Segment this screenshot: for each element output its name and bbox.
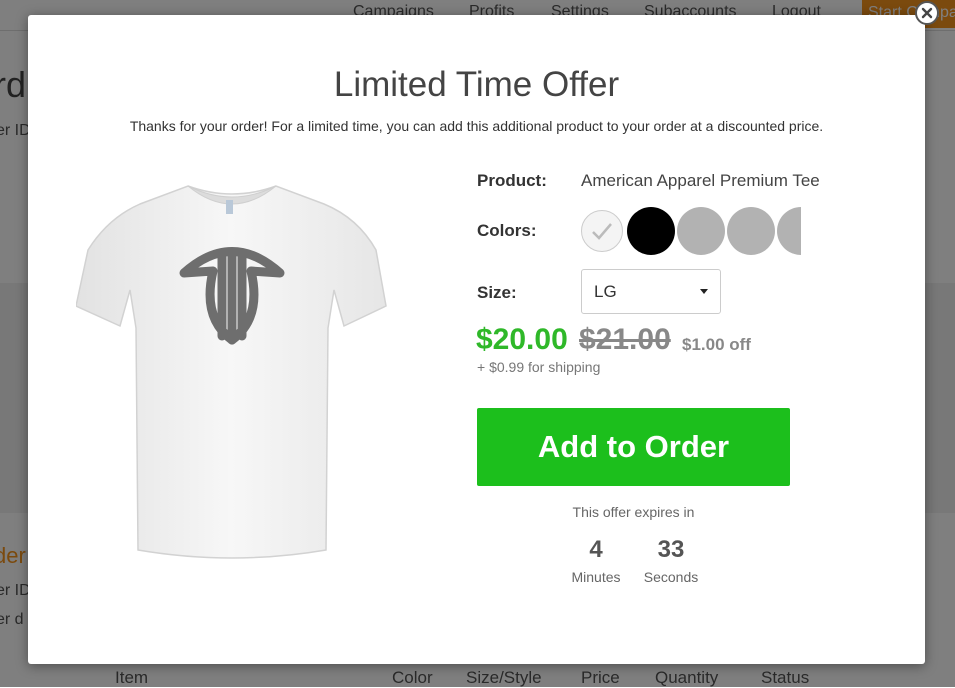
timer-minutes-label: Minutes (571, 569, 621, 585)
upsell-modal: Limited Time Offer Thanks for your order… (28, 15, 925, 664)
discount-amount: $1.00 off (682, 335, 751, 354)
color-swatch-white-selected[interactable] (581, 210, 623, 252)
modal-title: Limited Time Offer (333, 65, 620, 104)
close-modal-button[interactable] (915, 1, 939, 25)
size-label: Size: (477, 283, 517, 302)
product-label: Product: (477, 171, 547, 190)
offer-expires-label: This offer expires in (572, 504, 695, 520)
size-select-value: LG (594, 281, 617, 301)
add-to-order-button[interactable]: Add to Order (477, 408, 790, 486)
size-select[interactable]: LG (581, 269, 721, 314)
timer-seconds-label: Seconds (643, 569, 699, 585)
sale-price: $20.00 (476, 323, 568, 356)
colors-label: Colors: (477, 221, 537, 240)
color-swatch-gray-1[interactable] (677, 207, 725, 255)
chevron-down-icon (700, 289, 708, 294)
product-image (76, 185, 387, 559)
original-price: $21.00 (579, 323, 671, 356)
color-swatch-black[interactable] (627, 207, 675, 255)
product-name: American Apparel Premium Tee (581, 171, 820, 190)
color-swatch-gray-2[interactable] (727, 207, 775, 255)
close-icon (921, 7, 933, 19)
timer-seconds: 33 (657, 536, 685, 563)
checkmark-icon (592, 223, 612, 240)
timer-minutes: 4 (589, 536, 603, 563)
modal-subtitle: Thanks for your order! For a limited tim… (129, 118, 824, 134)
color-swatches (581, 205, 801, 257)
color-swatch-gray-3[interactable] (777, 207, 801, 255)
shipping-cost: + $0.99 for shipping (477, 359, 601, 375)
